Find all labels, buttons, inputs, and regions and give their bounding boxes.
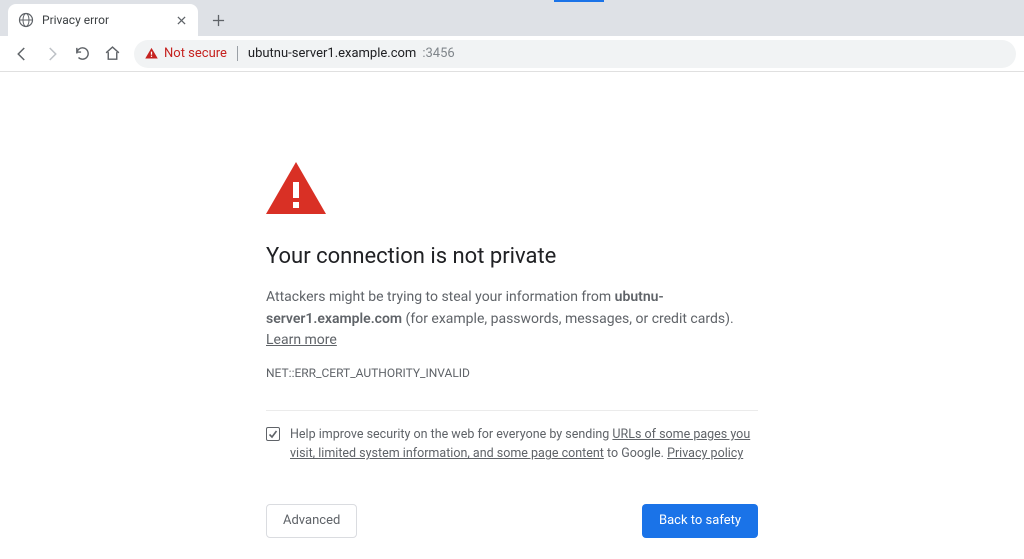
- page-content: Your connection is not private Attackers…: [0, 72, 1024, 538]
- privacy-policy-link[interactable]: Privacy policy: [667, 446, 743, 461]
- opt-in-checkbox[interactable]: [266, 427, 280, 441]
- error-code: NET::ERR_CERT_AUTHORITY_INVALID: [266, 366, 758, 380]
- url-host: ubutnu-server1.example.com: [248, 46, 416, 61]
- new-tab-button[interactable]: [204, 6, 232, 34]
- close-icon[interactable]: [174, 13, 188, 27]
- warning-triangle-icon: [266, 162, 758, 218]
- opt-in-row: Help improve security on the web for eve…: [266, 410, 758, 464]
- warning-triangle-icon: [144, 46, 159, 61]
- interstitial-panel: Your connection is not private Attackers…: [266, 162, 758, 538]
- back-to-safety-button[interactable]: Back to safety: [642, 504, 758, 538]
- opt-in-text: Help improve security on the web for eve…: [290, 425, 758, 464]
- advanced-button[interactable]: Advanced: [266, 504, 357, 538]
- window-accent: [554, 0, 604, 2]
- browser-tab[interactable]: Privacy error: [8, 4, 198, 36]
- button-row: Advanced Back to safety: [266, 504, 758, 538]
- home-button[interactable]: [98, 40, 126, 68]
- tab-title: Privacy error: [42, 13, 174, 27]
- security-status[interactable]: Not secure: [144, 46, 227, 61]
- warning-description: Attackers might be trying to steal your …: [266, 287, 758, 352]
- separator: [237, 46, 238, 61]
- security-label: Not secure: [164, 46, 227, 61]
- page-title: Your connection is not private: [266, 244, 758, 269]
- check-icon: [268, 429, 278, 439]
- address-bar[interactable]: Not secure ubutnu-server1.example.com :34…: [134, 40, 1016, 68]
- globe-icon: [18, 12, 34, 28]
- tab-strip: Privacy error: [0, 0, 1024, 36]
- forward-button[interactable]: [38, 40, 66, 68]
- back-button[interactable]: [8, 40, 36, 68]
- url-port: :3456: [422, 46, 454, 61]
- browser-toolbar: Not secure ubutnu-server1.example.com :34…: [0, 36, 1024, 72]
- reload-button[interactable]: [68, 40, 96, 68]
- learn-more-link[interactable]: Learn more: [266, 332, 337, 348]
